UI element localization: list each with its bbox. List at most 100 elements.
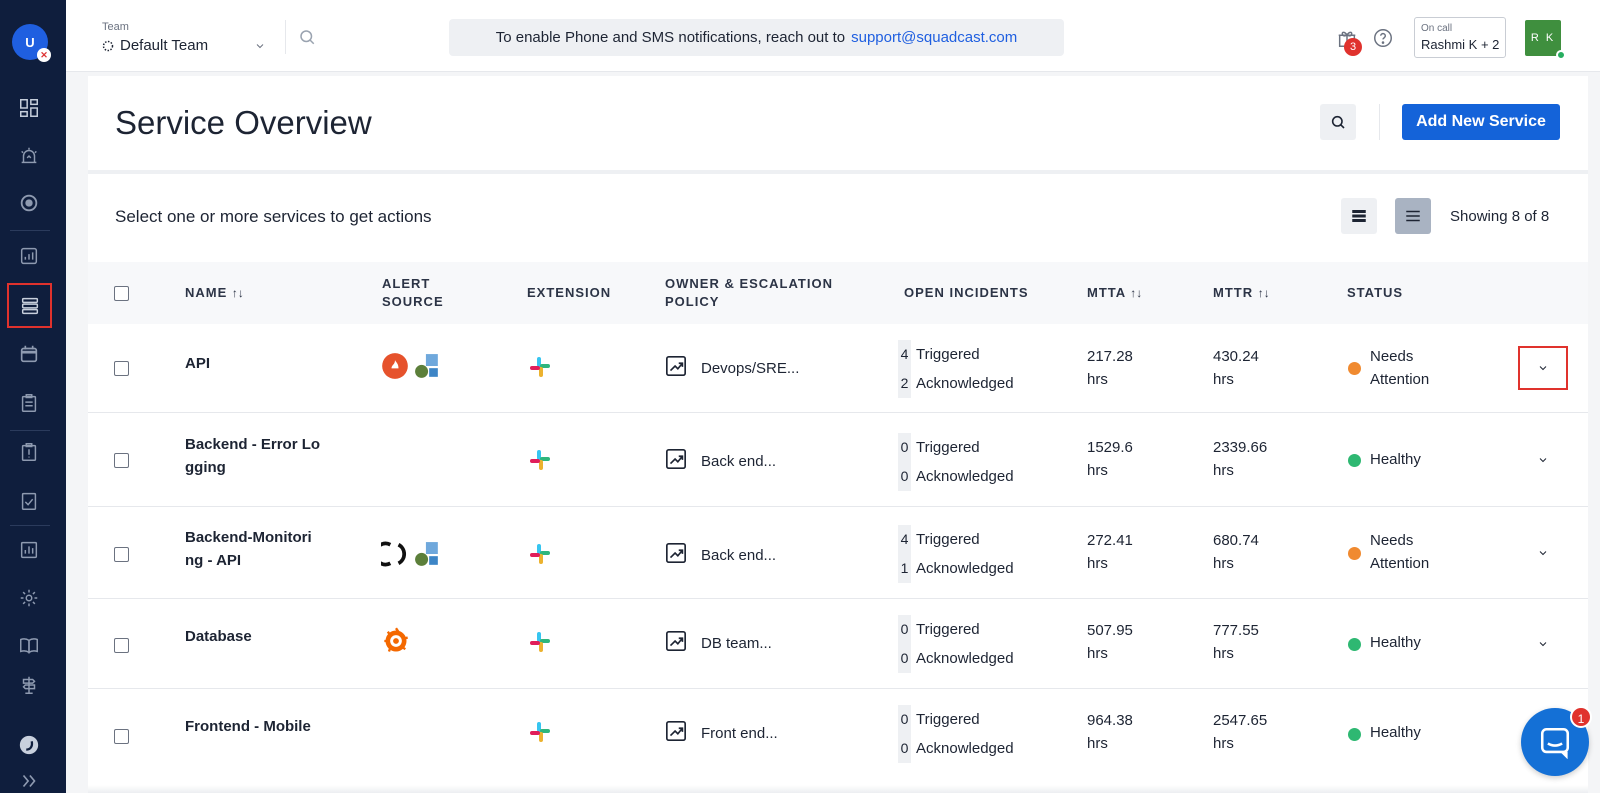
service-name[interactable]: API (185, 352, 210, 375)
column-header-mttr[interactable]: MTTR ↑↓ (1213, 284, 1270, 302)
sidebar-item-docs[interactable] (9, 625, 49, 665)
escalation-policy-icon (666, 449, 686, 469)
table-row[interactable]: Database DB team... 0 Triggered 0 Acknowle… (88, 599, 1588, 689)
help-icon[interactable] (1372, 27, 1394, 49)
owner-policy[interactable]: Devops/SRE... (701, 357, 799, 380)
search-icon[interactable] (298, 28, 316, 46)
status-text: Healthy (1370, 448, 1421, 471)
org-avatar-initial: U (25, 34, 35, 50)
sidebar-item-settings[interactable] (9, 578, 49, 618)
service-name-line2: ng - API (185, 552, 242, 569)
sidebar-expand[interactable] (9, 768, 49, 793)
support-email-link[interactable]: support@squadcast.com (851, 29, 1017, 46)
sidebar-item-dashboard[interactable] (9, 88, 49, 128)
sort-icon: ↑↓ (1130, 286, 1143, 300)
sidebar-item-alerts[interactable] (9, 136, 49, 176)
sidebar-item-target[interactable] (9, 183, 49, 223)
mtta-unit: hrs (1087, 645, 1108, 662)
triggered-line: 4 Triggered (898, 525, 1014, 554)
row-checkbox[interactable] (114, 638, 129, 653)
user-avatar[interactable]: R K (1525, 20, 1561, 56)
status-line1: Needs (1370, 532, 1414, 549)
sidebar-item-analytics[interactable] (9, 236, 49, 276)
triggered-count: 4 (898, 525, 911, 554)
service-name[interactable]: Backend-Monitori ng - API (185, 526, 312, 572)
service-name[interactable]: Frontend - Mobile (185, 715, 311, 738)
gift-badge: 3 (1344, 38, 1362, 56)
page-title: Service Overview (115, 104, 372, 141)
sidebar-item-reports[interactable] (9, 530, 49, 570)
signpost-icon (22, 676, 36, 694)
status-text: Healthy (1370, 721, 1421, 744)
mttr-unit: hrs (1213, 555, 1234, 572)
acknowledged-count: 0 (898, 734, 911, 763)
acknowledged-count: 1 (898, 554, 911, 583)
chevron-down-icon[interactable] (1537, 454, 1549, 466)
mtta-value: 964.38 hrs (1087, 709, 1133, 755)
table-row[interactable]: API Devops/SRE... 4 Triggered 2 Acknowledg… (88, 324, 1588, 413)
chevron-down-icon[interactable] (254, 40, 266, 52)
status-dot (1348, 454, 1361, 467)
prometheus-icon (382, 353, 408, 379)
select-all-checkbox[interactable] (114, 286, 129, 301)
table-row[interactable]: Backend - Error Lo gging Back end... 0 Tr… (88, 413, 1588, 507)
status-text: Healthy (1370, 631, 1421, 654)
table-row[interactable]: Frontend - Mobile Front end... 0 Triggere… (88, 689, 1588, 793)
column-header-alert-source: ALERT SOURCE (382, 275, 444, 311)
service-search-button[interactable] (1320, 104, 1356, 140)
org-avatar-badge: ✕ (37, 48, 51, 62)
owner-policy[interactable]: Front end... (701, 722, 778, 745)
open-incidents: 0 Triggered 0 Acknowledged (898, 433, 1014, 491)
table-header: NAME ↑↓ ALERT SOURCE EXTENSION OWNER & E… (88, 262, 1588, 324)
sidebar-item-schedules[interactable] (9, 334, 49, 374)
open-incidents: 0 Triggered 0 Acknowledged (898, 705, 1014, 763)
triggered-label: Triggered (916, 439, 980, 456)
row-checkbox[interactable] (114, 729, 129, 744)
row-expand-button[interactable] (1518, 346, 1568, 390)
service-name[interactable]: Database (185, 625, 252, 648)
owner-policy[interactable]: Back end... (701, 544, 776, 567)
service-name-line1: Backend - Error Lo (185, 436, 321, 453)
acknowledged-count: 2 (898, 369, 911, 398)
service-name[interactable]: Backend - Error Lo gging (185, 433, 320, 479)
mtta-unit: hrs (1087, 462, 1108, 479)
compact-view-button[interactable] (1341, 198, 1377, 234)
org-avatar[interactable]: U ✕ (12, 24, 51, 62)
sidebar-item-tasks[interactable] (9, 481, 49, 521)
sidebar-item-runbooks[interactable] (9, 432, 49, 472)
triggered-count: 0 (898, 615, 911, 644)
mtta-value: 1529.6 hrs (1087, 436, 1133, 482)
triggered-line: 0 Triggered (898, 433, 1014, 462)
column-header-mtta[interactable]: MTTA ↑↓ (1087, 284, 1142, 302)
column-header-alert-source-line2: SOURCE (382, 294, 444, 309)
status-line1: Needs (1370, 348, 1414, 365)
sidebar-item-guide[interactable] (9, 665, 49, 705)
sidebar-item-squadcast-logo[interactable] (9, 725, 49, 765)
chevron-down-icon[interactable] (1537, 547, 1549, 559)
mtta-number: 507.95 (1087, 622, 1133, 639)
oncall-widget[interactable]: On call Rashmi K + 2 (1414, 17, 1506, 58)
table-row[interactable]: Backend-Monitori ng - API Back end... 4T… (88, 507, 1588, 599)
service-name-line1: API (185, 355, 211, 372)
chevron-down-icon[interactable] (1537, 638, 1549, 650)
integration-icon (415, 542, 438, 566)
column-header-open-incidents: OPEN INCIDENTS (904, 285, 1029, 300)
online-status-dot (1556, 50, 1566, 60)
column-header-mttr-label: MTTR (1213, 285, 1254, 300)
add-new-service-button[interactable]: Add New Service (1402, 104, 1560, 140)
owner-policy[interactable]: Back end... (701, 450, 776, 473)
row-checkbox[interactable] (114, 361, 129, 376)
escalation-policy-icon (666, 543, 686, 563)
sort-icon: ↑↓ (231, 286, 244, 300)
status-line1: Healthy (1370, 634, 1421, 651)
team-select[interactable]: Default Team (102, 37, 208, 54)
sidebar-item-postmortems[interactable] (9, 383, 49, 423)
sidebar-divider (10, 430, 50, 431)
row-checkbox[interactable] (114, 547, 129, 562)
owner-policy[interactable]: DB team... (701, 632, 772, 655)
column-header-name[interactable]: NAME ↑↓ (185, 284, 244, 302)
row-checkbox[interactable] (114, 453, 129, 468)
triggered-line: 4 Triggered (898, 340, 1014, 369)
sidebar-item-services[interactable] (7, 283, 52, 328)
list-view-button[interactable] (1395, 198, 1431, 234)
